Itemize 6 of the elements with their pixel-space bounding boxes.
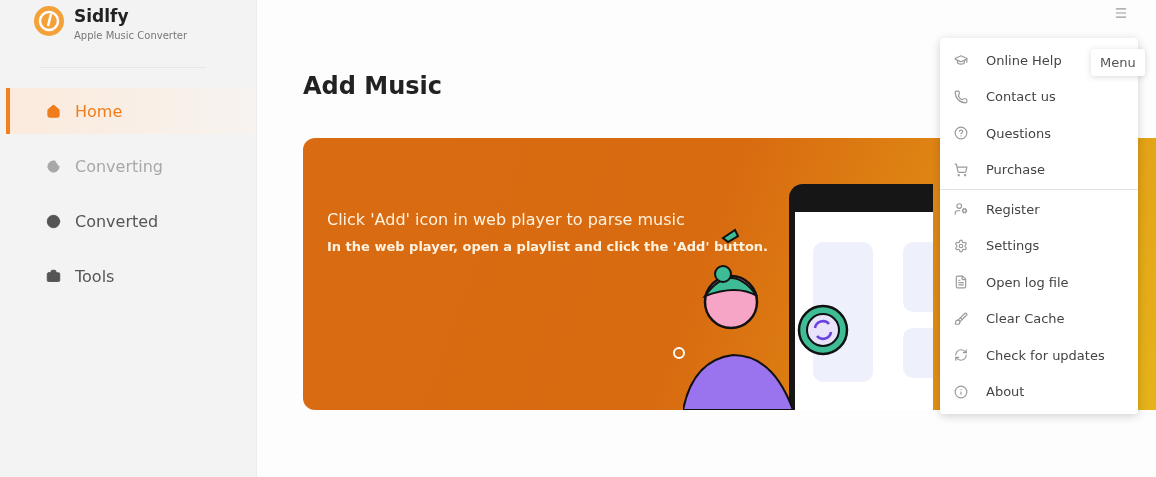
banner-text: In the web player, open a playlist and click the 'Add' button.: [327, 239, 769, 254]
page-title: Add Music: [303, 72, 442, 100]
banner-headline: Click 'Add' icon in web player to parse music: [327, 210, 686, 229]
app-name: Sidlfy: [74, 6, 130, 26]
app-subtitle: Apple Music Converter: [74, 30, 188, 41]
menu-tooltip: Menu: [1091, 49, 1145, 76]
